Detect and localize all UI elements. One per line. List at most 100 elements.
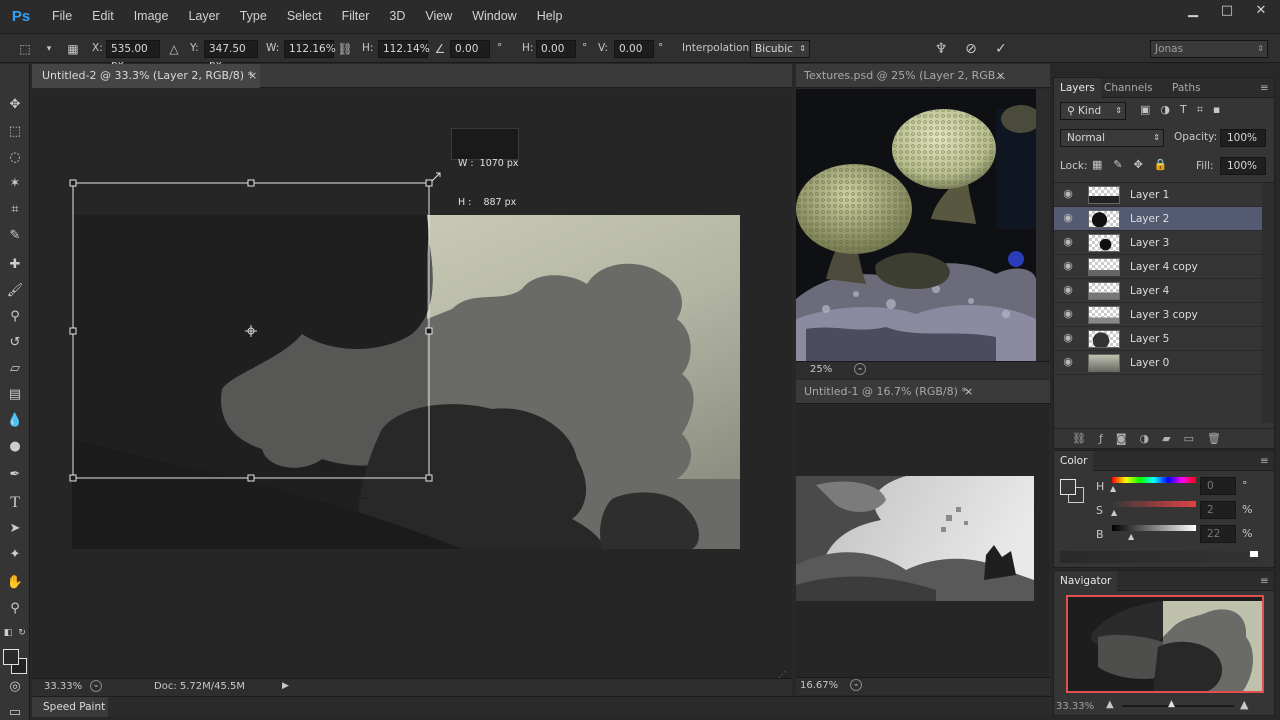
layer-row[interactable]: ◉ Layer 4 <box>1054 279 1262 303</box>
menu-edit[interactable]: Edit <box>82 0 124 33</box>
healing-brush-tool-icon[interactable]: ✚ <box>4 254 26 276</box>
menu-file[interactable]: File <box>42 0 82 33</box>
shape-tool-icon[interactable]: ✦ <box>4 544 26 566</box>
swap-colors-icon[interactable]: ↻ <box>15 622 29 644</box>
h-skew-field[interactable]: 0.00 <box>536 40 576 58</box>
y-field[interactable]: 347.50 px <box>204 40 258 71</box>
navigator-preview[interactable] <box>1066 595 1264 693</box>
menu-layer[interactable]: Layer <box>178 0 229 33</box>
delta-icon[interactable]: △ <box>165 40 183 58</box>
default-colors-icon[interactable]: ◧ <box>1 622 15 644</box>
share-icon[interactable]: ⌁ <box>90 680 102 692</box>
dodge-tool-icon[interactable]: ● <box>4 436 26 458</box>
menu-3d[interactable]: 3D <box>379 0 415 33</box>
tab-navigator[interactable]: Navigator <box>1054 571 1118 591</box>
layer-actions-bar[interactable]: ⛓ƒ◙◑▰▭🗑 <box>1054 428 1274 448</box>
link-icon[interactable]: ⛓ <box>336 40 354 58</box>
slider-thumb-icon[interactable]: ▲ <box>1111 508 1117 517</box>
s-value-field[interactable]: 2 <box>1200 501 1236 519</box>
textures-tab[interactable]: Textures.psd @ 25% (Layer 2, RGB... <box>796 64 1010 88</box>
navigator-zoom-level[interactable]: 33.33% <box>1056 701 1094 712</box>
layer-row[interactable]: ◉ Layer 4 copy <box>1054 255 1262 279</box>
gradient-tool-icon[interactable]: ▤ <box>4 384 26 406</box>
hand-tool-icon[interactable]: ✋ <box>4 572 26 594</box>
layer-row[interactable]: ◉ Layer 5 <box>1054 327 1262 351</box>
navigator-zoom-slider[interactable] <box>1122 705 1234 707</box>
chevron-down-icon[interactable]: ▾ <box>40 40 58 58</box>
zoom-tool-icon[interactable]: ⚲ <box>4 598 26 620</box>
minimize-button[interactable]: ▁ <box>1176 0 1210 22</box>
tab-color[interactable]: Color <box>1054 451 1094 471</box>
type-tool-icon[interactable]: T <box>4 492 26 514</box>
path-selection-tool-icon[interactable]: ➤ <box>4 518 26 540</box>
textures-scrollbar[interactable] <box>1036 89 1050 361</box>
width-field[interactable]: 112.16% <box>284 40 336 58</box>
quick-mask-icon[interactable]: ◎ <box>4 676 26 698</box>
panel-menu-icon[interactable]: ≡ <box>1254 571 1275 591</box>
opacity-field[interactable]: 100% <box>1220 129 1266 147</box>
layer-filter-kind[interactable]: ⚲ Kind ⇕ <box>1060 102 1126 120</box>
move-tool-preset-icon[interactable]: ⬚ <box>16 40 34 58</box>
h-value-field[interactable]: 0 <box>1200 477 1236 495</box>
zoom-level[interactable]: 33.33% <box>44 681 82 692</box>
slider-thumb-icon[interactable]: ▲ <box>1110 484 1116 493</box>
tab-channels[interactable]: Channels <box>1098 78 1159 98</box>
zoom-in-icon[interactable]: ▲ <box>1240 698 1248 711</box>
layers-scrollbar[interactable] <box>1262 183 1274 423</box>
foreground-color-swatch[interactable] <box>1060 479 1076 495</box>
blend-mode-select[interactable]: Normal ⇕ <box>1060 129 1164 147</box>
eyedropper-tool-icon[interactable]: ✎ <box>4 225 26 247</box>
v-skew-field[interactable]: 0.00 <box>614 40 654 58</box>
hue-slider[interactable] <box>1112 477 1196 483</box>
workspace-select[interactable]: Jonas ⇕ <box>1150 40 1268 58</box>
color-ramp-white[interactable] <box>1250 551 1258 557</box>
quick-select-tool-icon[interactable]: ✶ <box>4 173 26 195</box>
layer-row[interactable]: ◉ Layer 0 <box>1054 351 1262 375</box>
eraser-tool-icon[interactable]: ▱ <box>4 358 26 380</box>
layer-row[interactable]: ◉ Layer 1 <box>1054 183 1262 207</box>
rotate-field[interactable]: 0.00 <box>450 40 490 58</box>
speed-paint-tab[interactable]: Speed Paint <box>32 697 108 717</box>
maximize-button[interactable]: □ <box>1210 0 1244 22</box>
warp-mode-icon[interactable]: ♆ <box>932 40 950 58</box>
visibility-eye-icon[interactable]: ◉ <box>1061 211 1075 225</box>
close-window-button[interactable]: ✕ <box>1244 0 1278 22</box>
layer-row[interactable]: ◉ Layer 3 copy <box>1054 303 1262 327</box>
x-field[interactable]: 535.00 px <box>106 40 160 71</box>
zoom-out-icon[interactable]: ▲ <box>1106 699 1114 710</box>
fill-field[interactable]: 100% <box>1220 157 1266 175</box>
cancel-transform-icon[interactable]: ⊘ <box>962 40 980 58</box>
menu-help[interactable]: Help <box>527 0 573 33</box>
untitled1-zoom-level[interactable]: 16.67% <box>800 680 838 691</box>
b-value-field[interactable]: 22 <box>1200 525 1236 543</box>
status-menu-arrow-icon[interactable]: ▶ <box>282 681 289 691</box>
close-tab-icon[interactable]: × <box>964 380 973 404</box>
clone-stamp-tool-icon[interactable]: ⚲ <box>4 306 26 328</box>
pen-tool-icon[interactable]: ✒ <box>4 464 26 486</box>
panel-menu-icon[interactable]: ≡ <box>1254 451 1275 471</box>
untitled1-canvas[interactable] <box>796 405 1050 678</box>
slider-thumb-icon[interactable]: ▲ <box>1128 532 1134 541</box>
history-brush-tool-icon[interactable]: ↺ <box>4 332 26 354</box>
brush-tool-icon[interactable]: 🖌 <box>4 280 26 302</box>
interpolation-select[interactable]: Bicubic ⇕ <box>750 40 810 58</box>
textures-canvas[interactable] <box>796 89 1036 361</box>
crop-tool-icon[interactable]: ⌗ <box>4 199 26 221</box>
height-field[interactable]: 112.14% <box>378 40 430 58</box>
blur-tool-icon[interactable]: 💧 <box>4 410 26 432</box>
visibility-eye-icon[interactable]: ◉ <box>1061 331 1075 345</box>
lock-icons[interactable]: ▦✎✥🔒 <box>1092 158 1179 171</box>
panel-menu-icon[interactable]: ≡ <box>1254 78 1275 98</box>
visibility-eye-icon[interactable]: ◉ <box>1061 307 1075 321</box>
lasso-tool-icon[interactable]: ◌ <box>4 147 26 169</box>
reference-point-icon[interactable]: ▦ <box>64 40 82 58</box>
tab-layers[interactable]: Layers <box>1054 78 1101 98</box>
tab-paths[interactable]: Paths <box>1166 78 1207 98</box>
close-tab-icon[interactable]: × <box>996 64 1005 88</box>
foreground-color-swatch[interactable] <box>3 649 19 665</box>
visibility-eye-icon[interactable]: ◉ <box>1061 283 1075 297</box>
main-canvas-area[interactable]: W : 1070 px H : 887 px <box>32 89 792 678</box>
main-document-tab[interactable]: Untitled-2 @ 33.3% (Layer 2, RGB/8) * <box>32 64 260 88</box>
menu-image[interactable]: Image <box>124 0 179 33</box>
slider-thumb-icon[interactable]: ▲ <box>1168 699 1175 709</box>
